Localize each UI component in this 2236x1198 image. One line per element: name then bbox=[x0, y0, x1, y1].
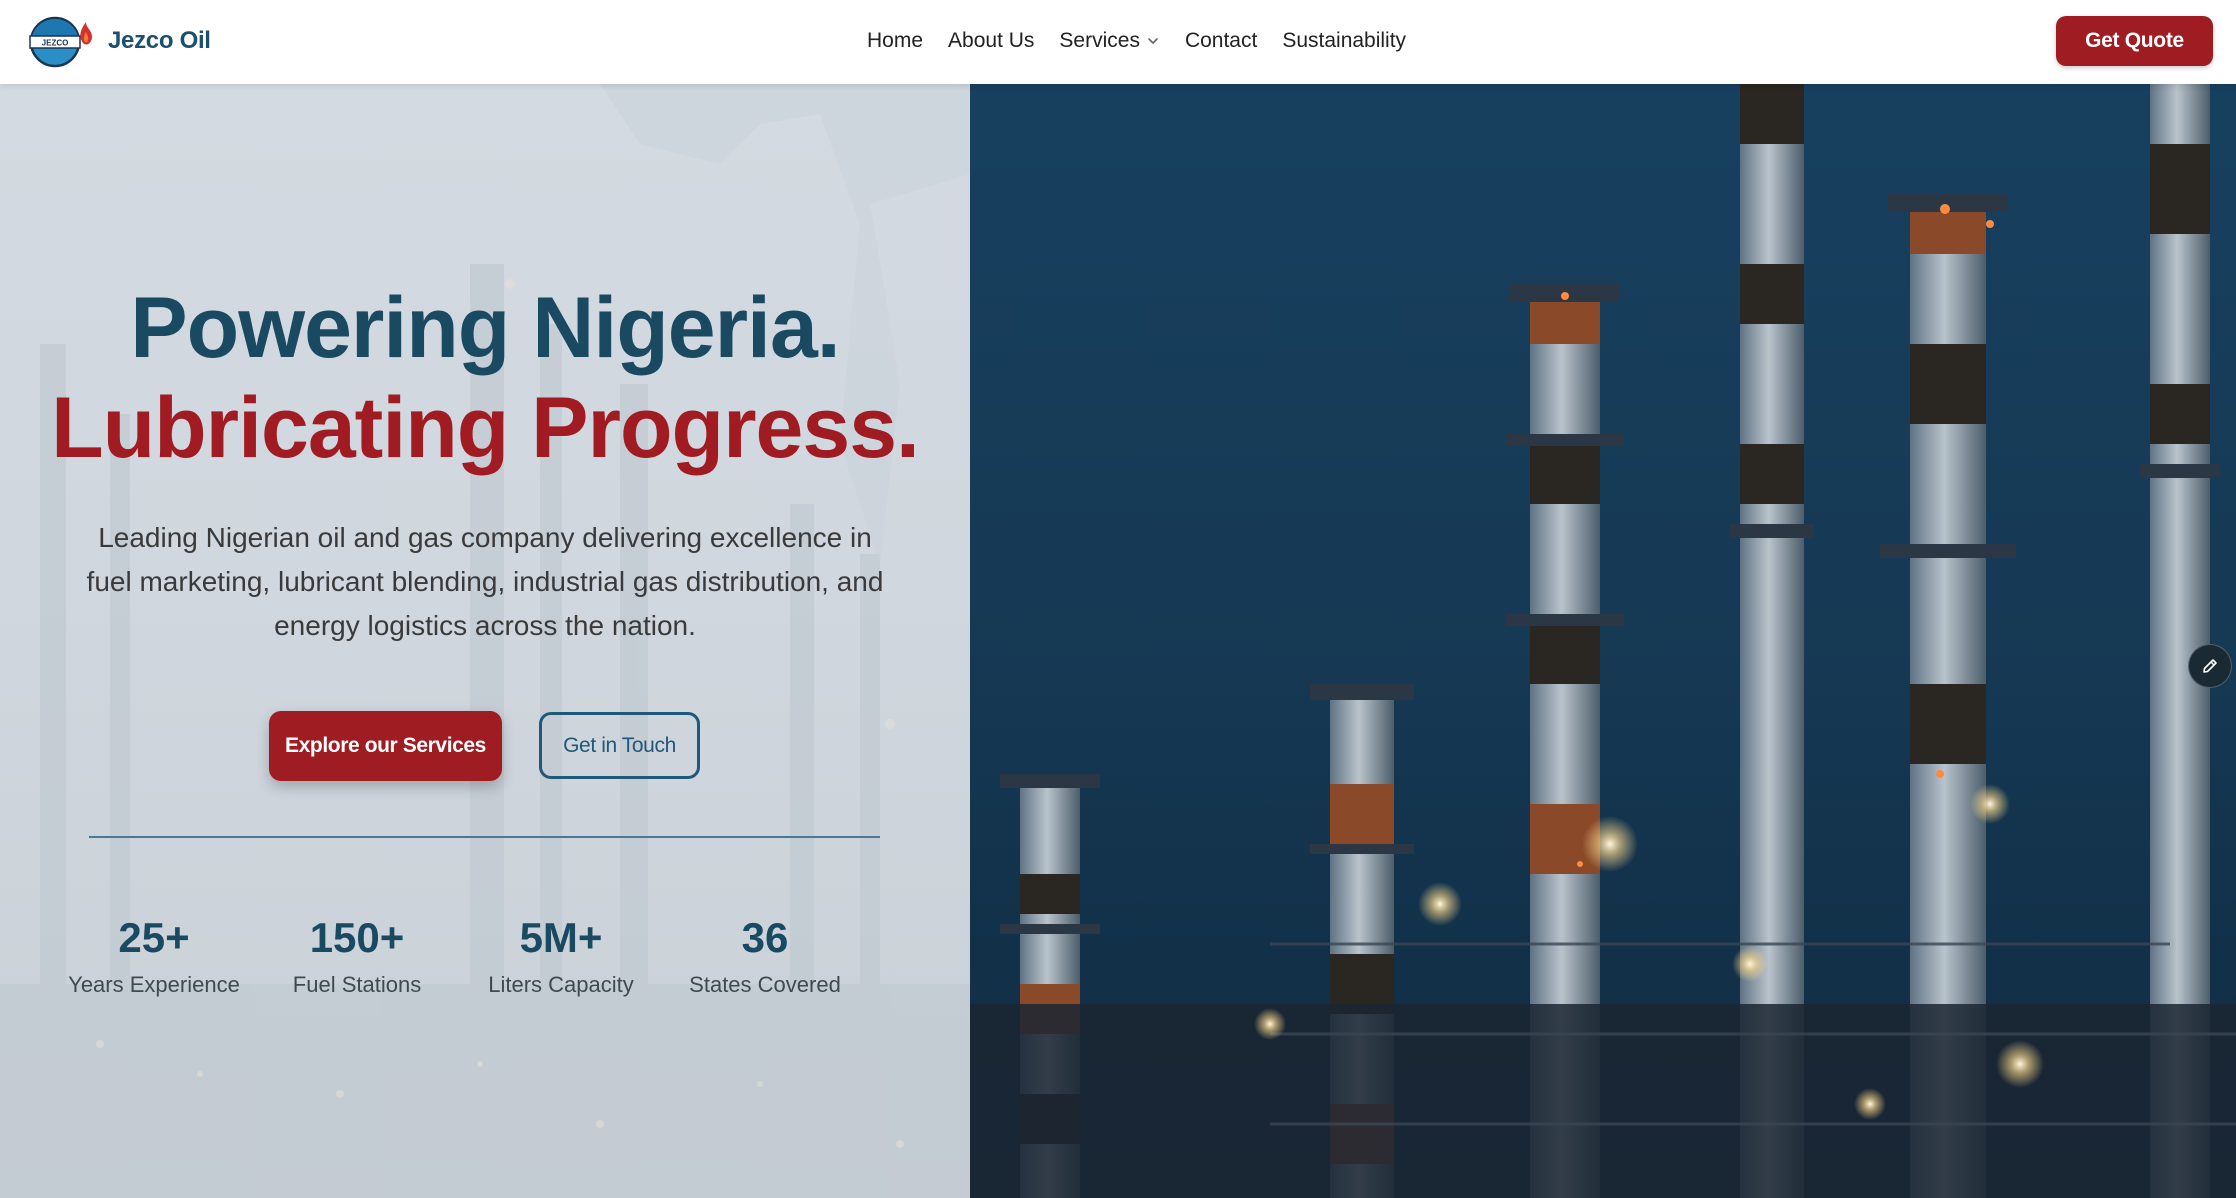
stat-years: 25+ Years Experience bbox=[44, 912, 264, 998]
hero-text-panel: Powering Nigeria. Lubricating Progress. … bbox=[0, 84, 970, 1198]
stat-value: 150+ bbox=[309, 914, 405, 961]
hero-image-panel bbox=[970, 84, 2236, 1198]
stat-capacity: 5M+ Liters Capacity bbox=[451, 912, 671, 998]
headline-primary: Powering Nigeria. bbox=[130, 280, 840, 376]
stat-value: 5M+ bbox=[519, 914, 603, 961]
edit-button[interactable] bbox=[2188, 644, 2232, 688]
chevron-down-icon bbox=[1148, 38, 1158, 44]
stat-label: Years Experience bbox=[68, 972, 240, 997]
stat-stations: 150+ Fuel Stations bbox=[247, 912, 467, 998]
headline-secondary: Lubricating Progress. bbox=[51, 380, 920, 476]
navbar: JEZCO Jezco Oil Home About Us Services C… bbox=[0, 0, 2236, 84]
stat-value: 36 bbox=[741, 914, 789, 961]
main-nav: Home About Us Services Contact Sustainab… bbox=[867, 22, 1406, 60]
pencil-icon bbox=[2203, 659, 2217, 673]
nav-services-label: Services bbox=[1059, 29, 1140, 52]
jezco-logo-icon: JEZCO bbox=[29, 16, 92, 68]
get-quote-button[interactable]: Get Quote bbox=[2056, 16, 2213, 66]
nav-home[interactable]: Home bbox=[867, 29, 923, 53]
stat-label: Liters Capacity bbox=[488, 972, 634, 997]
stat-states: 36 States Covered bbox=[655, 912, 875, 998]
divider bbox=[89, 836, 880, 838]
stat-label: States Covered bbox=[689, 972, 841, 997]
refinery-image bbox=[970, 84, 2236, 1198]
nav-contact[interactable]: Contact bbox=[1185, 29, 1257, 53]
stat-value: 25+ bbox=[118, 914, 190, 961]
hero-description: Leading Nigerian oil and gas company del… bbox=[86, 522, 884, 641]
stat-label: Fuel Stations bbox=[292, 972, 422, 997]
stats-row: 25+ Years Experience 150+ Fuel Stations … bbox=[0, 912, 970, 1012]
explore-services-button[interactable]: Explore our Services bbox=[269, 711, 502, 781]
get-in-touch-button[interactable]: Get in Touch bbox=[539, 712, 700, 779]
brand-name: Jezco Oil bbox=[108, 27, 211, 54]
nav-about-us[interactable]: About Us bbox=[948, 29, 1034, 53]
svg-text:JEZCO: JEZCO bbox=[42, 39, 69, 48]
nav-services[interactable]: Services bbox=[1059, 29, 1160, 53]
nav-sustainability[interactable]: Sustainability bbox=[1282, 29, 1406, 53]
brand[interactable]: JEZCO Jezco Oil bbox=[28, 14, 211, 68]
